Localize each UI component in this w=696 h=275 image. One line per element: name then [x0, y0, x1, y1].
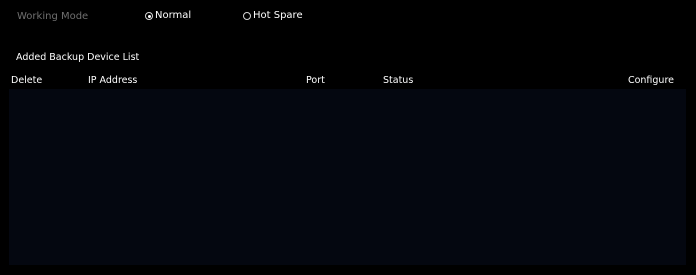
backup-device-list-title: Added Backup Device List [16, 52, 140, 63]
hot-spare-radio-label: Hot Spare [253, 10, 303, 21]
column-header-ip-address[interactable]: IP Address [88, 74, 137, 88]
table-header: Delete IP Address Port Status Configure [0, 74, 696, 89]
radio-selected-icon [145, 12, 153, 20]
column-header-delete[interactable]: Delete [11, 74, 42, 88]
radio-unselected-icon [243, 12, 251, 20]
normal-radio-label: Normal [155, 10, 192, 21]
column-header-configure[interactable]: Configure [628, 74, 674, 88]
backup-device-table-body [9, 89, 686, 265]
column-header-port[interactable]: Port [306, 74, 325, 88]
working-mode-label: Working Mode [17, 11, 89, 22]
hot-spare-radio[interactable]: Hot Spare [243, 9, 303, 23]
column-header-status[interactable]: Status [383, 74, 413, 88]
normal-radio[interactable]: Normal [145, 9, 191, 23]
